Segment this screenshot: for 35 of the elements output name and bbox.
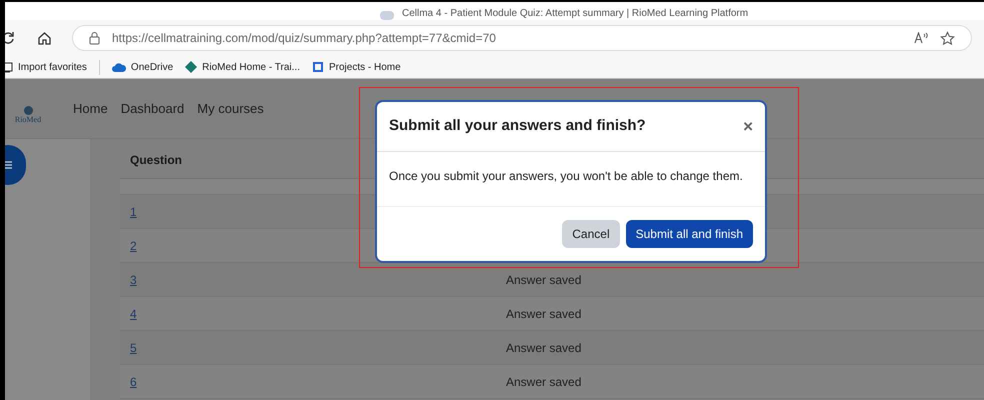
status-text: Answer saved <box>506 374 582 390</box>
favorite-link[interactable]: RioMed Home - Trai... <box>185 60 300 74</box>
site-icon <box>185 61 198 73</box>
status-text: Answer saved <box>506 340 582 356</box>
question-link[interactable]: 4 <box>130 304 506 322</box>
url-text: https://cellmatraining.com/mod/quiz/summary.php?attempt=77&cmid=70 <box>112 30 497 47</box>
question-link[interactable]: 3 <box>130 270 506 288</box>
refresh-icon[interactable] <box>5 31 15 45</box>
tab-title[interactable]: Cellma 4 - Patient Module Quiz: Attempt summary | RioMed Learning Platform <box>402 8 748 20</box>
star-icon[interactable] <box>940 30 955 46</box>
cancel-button[interactable]: Cancel <box>562 220 620 248</box>
question-link[interactable]: 5 <box>130 338 506 356</box>
close-button[interactable]: × <box>743 114 753 140</box>
read-aloud-icon[interactable] <box>914 32 928 44</box>
favorite-link[interactable]: Import favorites <box>5 60 100 74</box>
page-icon <box>380 11 394 20</box>
nav-link[interactable]: My courses <box>197 98 264 118</box>
question-link[interactable]: 6 <box>130 372 506 390</box>
column-header: Question <box>130 152 182 168</box>
projects-icon <box>312 61 324 73</box>
favorite-link[interactable]: Projects - Home <box>312 60 401 74</box>
dialog-message: Once you submit your answers, you won't be able to change them. <box>389 169 743 183</box>
favorite-link[interactable]: OneDrive <box>112 60 174 74</box>
nav-link[interactable]: Dashboard <box>120 98 184 118</box>
site-logo[interactable]: RioMed <box>11 94 45 124</box>
home-icon[interactable] <box>37 30 52 46</box>
cloud-icon <box>112 62 126 72</box>
dialog-title: Submit all your answers and finish? <box>389 116 646 136</box>
status-text: Answer saved <box>506 306 582 322</box>
menu-icon <box>5 161 12 169</box>
status-text: Answer saved <box>506 272 582 288</box>
lock-icon <box>89 32 100 44</box>
address-bar[interactable]: https://cellmatraining.com/mod/quiz/summary.php?attempt=77&cmid=70 <box>72 25 972 51</box>
nav-link[interactable]: Home <box>73 98 108 118</box>
submit-button[interactable]: Submit all and finish <box>626 220 753 248</box>
